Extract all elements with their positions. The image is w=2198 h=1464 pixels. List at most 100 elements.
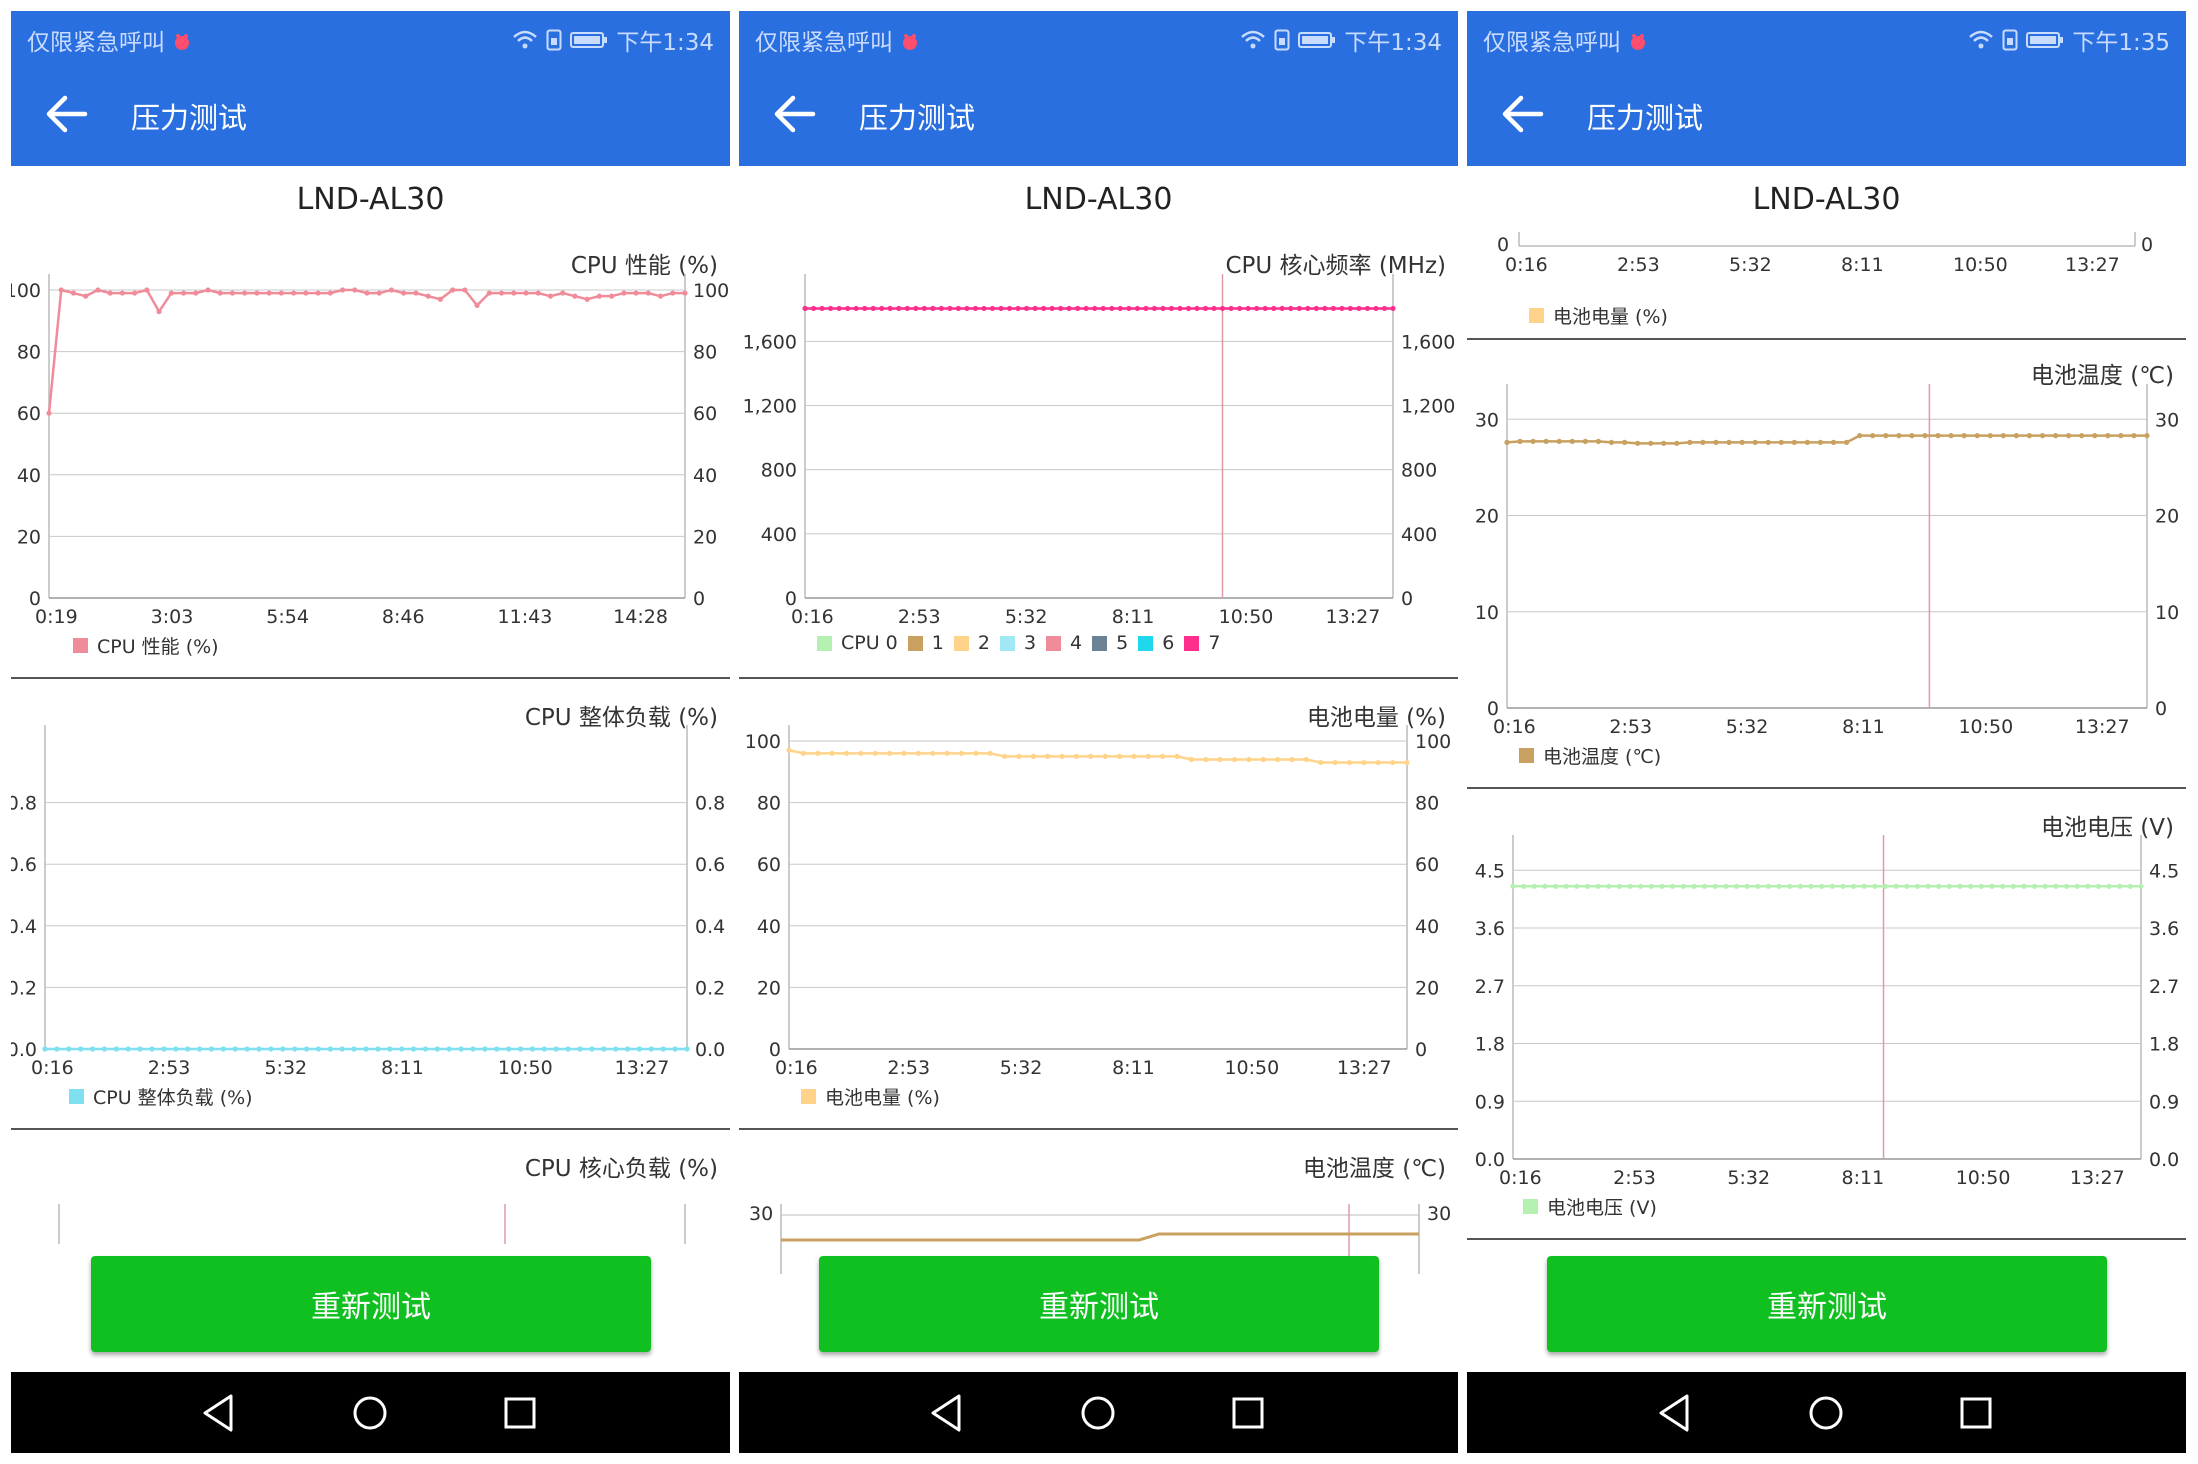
data-point xyxy=(220,1046,226,1052)
y-tick-label-right: 0.8 xyxy=(695,793,725,815)
data-point xyxy=(1131,753,1137,760)
data-point xyxy=(1246,756,1252,763)
retest-button[interactable]: 重新测试 xyxy=(819,1256,1379,1352)
y-tick-label-left: 3.6 xyxy=(1475,918,1505,940)
data-point xyxy=(1989,883,1995,889)
data-point xyxy=(1627,883,1633,889)
data-point xyxy=(1001,753,1008,760)
phone-screen-1: 仅限紧急呼叫 下午1:34 压力测试 LND-AL30 CPU 性能 (%) 0… xyxy=(11,11,730,1453)
y-tick-label-right: 100 xyxy=(1415,731,1451,753)
x-tick-label: 13:27 xyxy=(2070,1167,2125,1189)
y-tick-label-right: 0.0 xyxy=(2149,1149,2179,1171)
data-point xyxy=(1776,883,1782,889)
data-point xyxy=(944,750,950,756)
app-bar: 压力测试 xyxy=(739,61,1458,166)
status-bar: 仅限紧急呼叫 下午1:34 xyxy=(11,11,730,61)
x-tick-label: 13:27 xyxy=(1337,1057,1392,1079)
x-tick-label: 0:16 xyxy=(775,1057,818,1079)
sim-icon xyxy=(546,29,562,51)
battery-icon xyxy=(1298,32,1336,48)
data-point xyxy=(636,1046,643,1052)
legend-battery-level: 电池电量 (%) xyxy=(801,1083,950,1110)
data-point xyxy=(208,1046,215,1052)
navigation-bar xyxy=(11,1372,730,1453)
data-point xyxy=(375,1046,381,1052)
home-circle-icon[interactable] xyxy=(1801,1388,1851,1438)
data-point xyxy=(363,1046,369,1052)
data-point xyxy=(1574,883,1580,889)
back-triangle-icon[interactable] xyxy=(195,1388,245,1438)
y-tick-label-right: 4.5 xyxy=(2149,860,2179,882)
data-point xyxy=(800,750,806,756)
chart-scroll-area[interactable]: LND-AL30 CPU 性能 (%) 0:19 3:03 5:54 8:46 11:4… xyxy=(11,166,730,1274)
navigation-bar xyxy=(739,1372,1458,1453)
data-point xyxy=(1563,883,1569,889)
data-point xyxy=(1584,883,1591,889)
data-point xyxy=(1318,759,1324,766)
status-emergency-text: 仅限紧急呼叫 xyxy=(755,23,920,57)
chart-battery-level: 0:16 2:53 5:32 8:11 10:50 13:27 0 0 20 20 40 40 60 60… xyxy=(739,166,1458,1096)
data-point xyxy=(1744,883,1750,889)
sim-icon xyxy=(2002,29,2018,51)
data-point xyxy=(2010,883,2016,889)
home-circle-icon[interactable] xyxy=(345,1388,395,1438)
data-point xyxy=(815,750,821,756)
data-point xyxy=(1904,883,1910,889)
back-triangle-icon[interactable] xyxy=(923,1388,973,1438)
y-tick-label-right: 0 xyxy=(1415,1039,1427,1061)
data-point xyxy=(78,1046,84,1052)
data-point xyxy=(1957,883,1963,889)
y-tick-label-right: 3.6 xyxy=(2149,918,2179,940)
alert-icon xyxy=(903,34,918,50)
y-tick-label-left: 0.0 xyxy=(1475,1149,1505,1171)
back-arrow-icon[interactable] xyxy=(1497,91,1547,137)
chart-scroll-area[interactable]: LND-AL30 0 0 0:16 2:53 5:32 8:11 10:50 13:27 … xyxy=(1467,166,2186,1274)
phone-screen-3: 仅限紧急呼叫 下午1:35 压力测试 LND-AL30 0 0 0:16 2:53… xyxy=(1467,11,2186,1453)
recents-square-icon[interactable] xyxy=(1223,1388,1273,1438)
data-point xyxy=(1914,883,1921,889)
back-arrow-icon[interactable] xyxy=(769,91,819,137)
back-triangle-icon[interactable] xyxy=(1651,1388,1701,1438)
data-point xyxy=(185,1046,191,1052)
x-tick-label: 2:53 xyxy=(1613,1167,1656,1189)
app-bar: 压力测试 xyxy=(11,61,730,166)
data-point xyxy=(1217,756,1223,763)
data-point xyxy=(494,1046,500,1052)
retest-button[interactable]: 重新测试 xyxy=(1547,1256,2107,1352)
status-emergency-label: 仅限紧急呼叫 xyxy=(27,30,165,56)
x-tick-label: 10:50 xyxy=(1956,1167,2011,1189)
data-point xyxy=(2117,883,2123,889)
data-point xyxy=(89,1046,96,1052)
y-tick-label-right: 0.9 xyxy=(2149,1091,2179,1113)
recents-square-icon[interactable] xyxy=(495,1388,545,1438)
x-tick-label: 5:32 xyxy=(264,1057,307,1079)
y-tick-label-left: 0.6 xyxy=(11,854,37,876)
retest-button[interactable]: 重新测试 xyxy=(91,1256,651,1352)
data-point xyxy=(256,1046,262,1052)
data-point xyxy=(161,1046,167,1052)
data-point xyxy=(1361,759,1367,766)
data-point xyxy=(1552,883,1559,889)
y-tick-label-right: 60 xyxy=(1415,854,1439,876)
series-line xyxy=(788,749,1407,764)
data-point xyxy=(1872,883,1878,889)
wifi-icon xyxy=(1241,30,1266,49)
data-point xyxy=(1188,756,1195,763)
data-point xyxy=(327,1046,333,1052)
home-circle-icon[interactable] xyxy=(1073,1388,1123,1438)
data-point xyxy=(565,1046,571,1052)
x-tick-label: 2:53 xyxy=(887,1057,930,1079)
data-point xyxy=(101,1046,108,1052)
data-point xyxy=(517,1046,524,1052)
chart-scroll-area[interactable]: LND-AL30 CPU 核心频率 (MHz) 0:16 2:53 5:32 8:11… xyxy=(739,166,1458,1274)
data-point xyxy=(54,1046,60,1052)
data-point xyxy=(410,1046,417,1052)
legend-swatch xyxy=(1523,1199,1538,1214)
data-point xyxy=(1303,756,1309,763)
data-point xyxy=(1203,756,1209,763)
recents-square-icon[interactable] xyxy=(1951,1388,2001,1438)
y-tick-label-left: 1.8 xyxy=(1475,1034,1505,1056)
back-arrow-icon[interactable] xyxy=(41,91,91,137)
data-point xyxy=(422,1046,429,1052)
data-point xyxy=(1765,883,1772,889)
